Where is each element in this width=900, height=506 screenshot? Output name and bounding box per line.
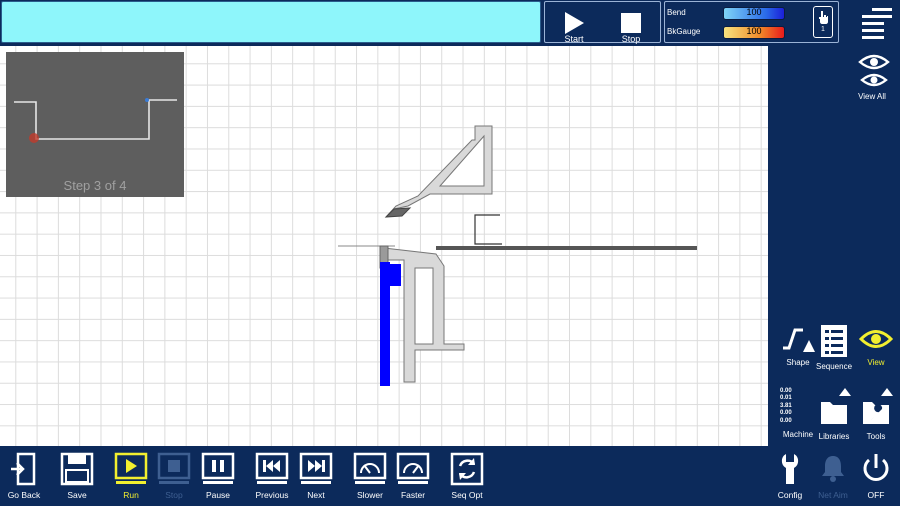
hand-count: 1 [821,26,825,33]
faster-label: Faster [400,490,426,500]
net-aim-label: Net Aim [818,490,848,500]
preview-bend-marker [145,98,149,102]
lower-die-window [414,267,434,345]
pause-label: Pause [205,490,231,500]
gauge-panel: Bend 100 BkGauge 100 1 [664,1,839,43]
sequence-list-icon [821,325,847,357]
view-label: View [867,358,885,367]
tools-folder-icon [863,388,893,424]
run-button[interactable]: Run [109,452,153,500]
bkgauge-gauge-row: BkGauge 100 [667,24,833,42]
next-button[interactable]: Next [294,452,338,500]
power-icon [863,454,889,481]
faster-button[interactable]: Faster [391,452,435,500]
go-back-label: Go Back [7,490,41,500]
tools-label: Tools [866,432,886,441]
view-all-button[interactable]: View All [846,52,900,101]
seq-opt-button[interactable]: Seq Opt [445,452,489,500]
play-icon [565,12,584,34]
previous-label: Previous [255,490,289,500]
off-button[interactable]: OFF [854,452,898,500]
hand-mode-button[interactable]: 1 [813,6,833,38]
go-back-button[interactable]: Go Back [2,452,46,500]
back-gauge-finger [474,214,502,245]
seq-opt-label: Seq Opt [451,490,483,500]
bkgauge-gauge: 100 [723,26,785,39]
bend-value: 100 [746,7,762,17]
bell-icon [822,456,844,482]
upper-punch-inner [438,134,485,187]
previous-button[interactable]: Previous [250,452,294,500]
stop-top-button[interactable]: Stop [606,4,656,44]
exit-icon [11,452,36,486]
stop-icon [621,13,641,33]
off-label: OFF [867,490,885,500]
pause-button[interactable]: Pause [196,452,240,500]
stop-screen-icon [157,452,191,484]
start-button[interactable]: Start [549,4,599,44]
stop-label: Stop [165,490,183,500]
eyes-icon [858,54,890,87]
config-button[interactable]: Config [768,452,812,500]
step-preview-panel: Step 3 of 4 [6,52,184,197]
wrench-icon [781,454,799,484]
bottom-toolbar: Go Back Save Run Stop Pause Previous Nex… [0,446,900,506]
gauge-slow-icon [353,452,387,484]
hand-icon [819,11,828,24]
run-icon [114,452,148,484]
skip-back-icon [255,452,289,484]
save-icon [60,452,94,486]
run-label: Run [123,490,139,500]
stop-top-label: Stop [621,34,641,44]
bend-label: Bend [667,8,686,17]
tool-holder-blue [380,262,390,386]
skip-forward-icon [299,452,333,484]
gauge-fast-icon [396,452,430,484]
pause-icon [201,452,235,484]
run-control-panel: Start Stop [544,1,661,44]
right-sidebar: View All Shape Sequence View 0.00 0.01 3… [768,46,900,446]
tools-button[interactable]: Tools [846,388,900,441]
eye-icon [858,330,894,348]
view-all-label: View All [858,92,886,101]
slower-button[interactable]: Slower [348,452,392,500]
save-button[interactable]: Save [55,452,99,500]
view-button[interactable]: View [846,324,900,367]
slower-label: Slower [357,490,383,500]
config-label: Config [777,490,803,500]
save-label: Save [67,490,87,500]
title-field [1,1,541,43]
next-label: Next [307,490,325,500]
step-indicator: Step 3 of 4 [63,178,127,193]
bend-gauge-row: Bend 100 [667,5,833,23]
net-aim-button[interactable]: Net Aim [811,452,855,500]
menu-icon[interactable] [860,7,892,39]
bkgauge-label: BkGauge [667,27,701,36]
part-profile-preview [14,98,177,143]
stop-button[interactable]: Stop [152,452,196,500]
bend-gauge: 100 [723,7,785,20]
preview-start-marker [29,133,39,143]
bend-simulation-canvas[interactable]: Step 3 of 4 [0,46,768,446]
tool-holder-blue-block [390,264,401,286]
bkgauge-value: 100 [746,26,762,36]
refresh-icon [450,452,484,486]
sheet-flange [436,246,697,250]
start-label: Start [564,34,584,44]
